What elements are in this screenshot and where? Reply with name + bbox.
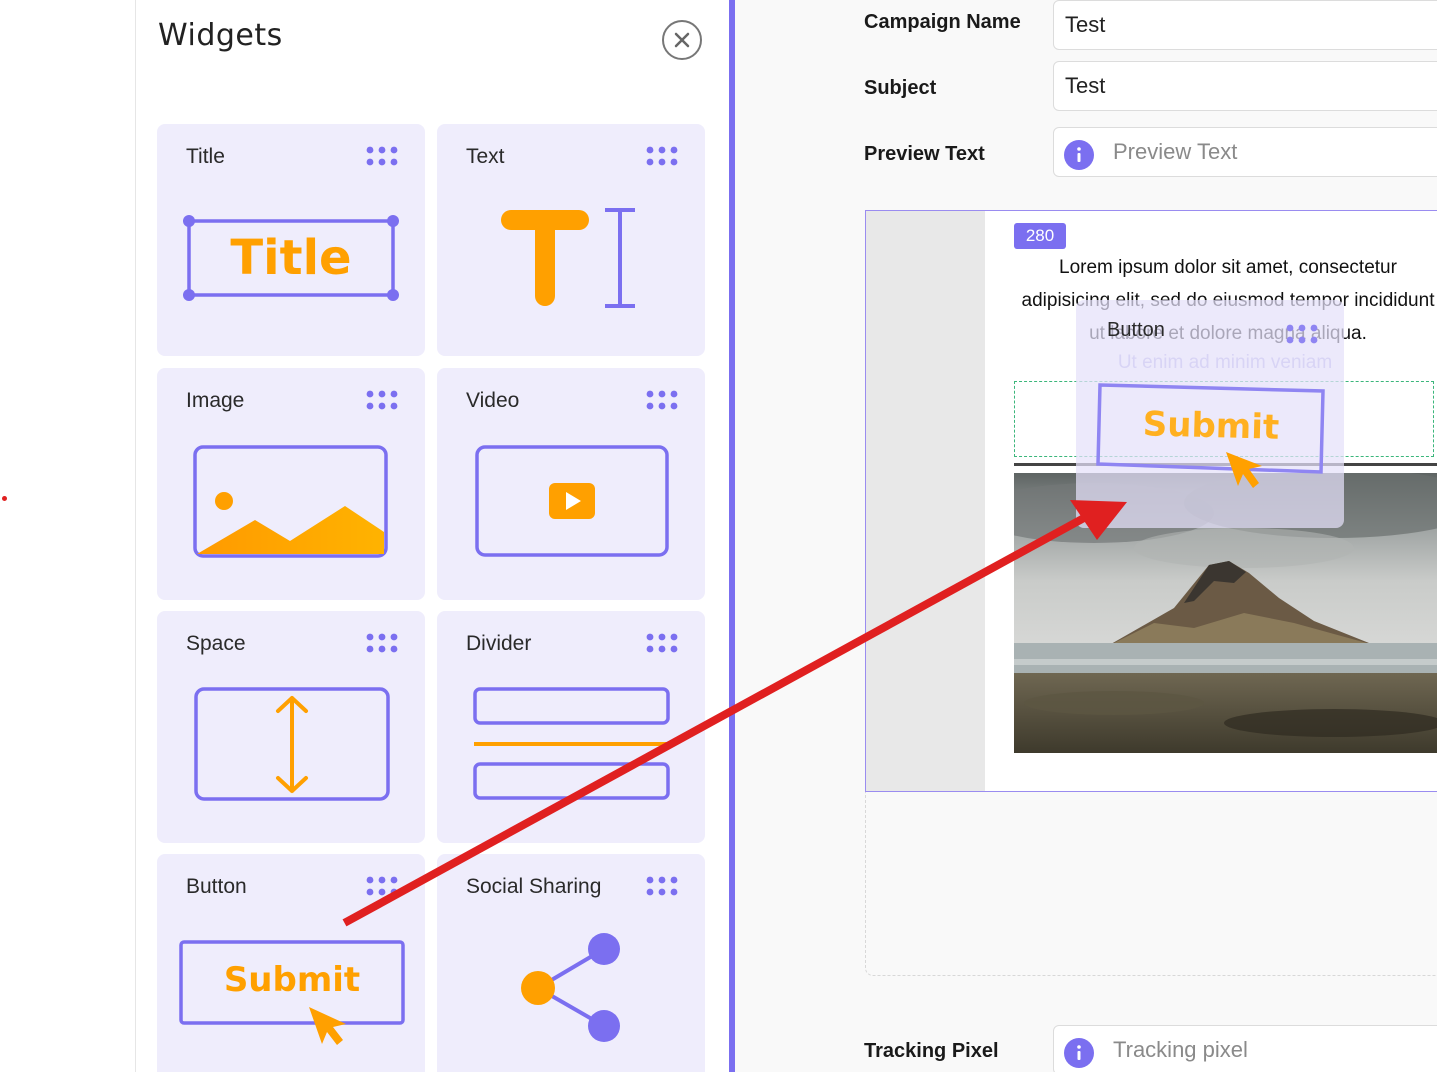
text-cursor-icon	[501, 208, 635, 308]
campaign-name-label: Campaign Name	[864, 11, 1021, 33]
video-play-icon	[475, 445, 669, 557]
drag-grip-icon[interactable]	[646, 876, 678, 896]
tracking-pixel-input[interactable]: Tracking pixel	[1053, 1025, 1437, 1072]
pointer-cursor-icon	[309, 1007, 346, 1045]
cursor-dot	[2, 496, 7, 501]
widget-card-social-sharing[interactable]: Social Sharing	[437, 854, 705, 1072]
width-badge: 280	[1014, 223, 1066, 249]
campaign-name-value: Test	[1065, 12, 1106, 37]
email-editor: Campaign Name Test Subject Test Preview …	[735, 0, 1437, 1072]
close-icon	[674, 32, 690, 48]
widget-card-video[interactable]: Video	[437, 368, 705, 600]
drag-grip-icon[interactable]	[646, 390, 678, 410]
close-button[interactable]	[662, 20, 702, 60]
info-icon[interactable]	[1064, 1038, 1094, 1068]
title-widget-art: Title	[157, 184, 425, 356]
preview-text-label: Preview Text	[864, 143, 985, 165]
widget-label: Video	[466, 389, 520, 412]
ghost-art-text: Submit	[1142, 404, 1280, 448]
widget-label: Button	[186, 875, 247, 898]
widget-label: Text	[466, 145, 505, 168]
vertical-arrows-icon	[194, 687, 390, 801]
canvas-margin	[866, 211, 985, 791]
widget-card-space[interactable]: Space	[157, 611, 425, 843]
widget-label: Social Sharing	[466, 875, 602, 898]
title-art-text: Title	[230, 230, 352, 286]
image-icon	[193, 445, 388, 558]
drag-grip-icon[interactable]	[366, 876, 398, 896]
campaign-name-input[interactable]: Test	[1053, 0, 1437, 50]
preview-text-input[interactable]: Preview Text	[1053, 127, 1437, 177]
canvas-empty-area[interactable]	[865, 792, 1437, 976]
widget-label: Title	[186, 145, 225, 168]
widget-card-title[interactable]: Title Title	[157, 124, 425, 356]
drag-grip-icon[interactable]	[366, 633, 398, 653]
drag-grip-icon[interactable]	[646, 633, 678, 653]
subject-input[interactable]: Test	[1053, 61, 1437, 111]
tracking-pixel-placeholder: Tracking pixel	[1113, 1037, 1248, 1062]
widget-card-divider[interactable]: Divider	[437, 611, 705, 843]
widgets-panel: Widgets Title Title Text Image Video Spa…	[137, 0, 729, 1072]
drag-grip-icon[interactable]	[366, 146, 398, 166]
tracking-pixel-label: Tracking Pixel	[864, 1040, 999, 1062]
info-icon[interactable]	[1064, 140, 1094, 170]
widget-label: Space	[186, 632, 246, 655]
drag-grip-icon[interactable]	[366, 390, 398, 410]
preview-text-placeholder: Preview Text	[1113, 139, 1238, 164]
left-gutter	[0, 0, 136, 1072]
subject-label: Subject	[864, 77, 937, 99]
panel-title: Widgets	[158, 18, 283, 53]
dragged-button-widget[interactable]: Button Submit	[1076, 300, 1344, 528]
drag-grip-icon[interactable]	[646, 146, 678, 166]
subject-value: Test	[1065, 73, 1106, 98]
share-icon	[521, 933, 620, 1042]
widget-card-text[interactable]: Text	[437, 124, 705, 356]
widget-card-image[interactable]: Image	[157, 368, 425, 600]
widget-label: Divider	[466, 632, 532, 655]
divider-icon	[473, 687, 670, 800]
widget-label: Image	[186, 389, 245, 412]
button-art-text: Submit	[223, 960, 361, 1000]
widget-card-button[interactable]: Button Submit	[157, 854, 425, 1072]
button-widget-art: Submit	[157, 914, 425, 1072]
